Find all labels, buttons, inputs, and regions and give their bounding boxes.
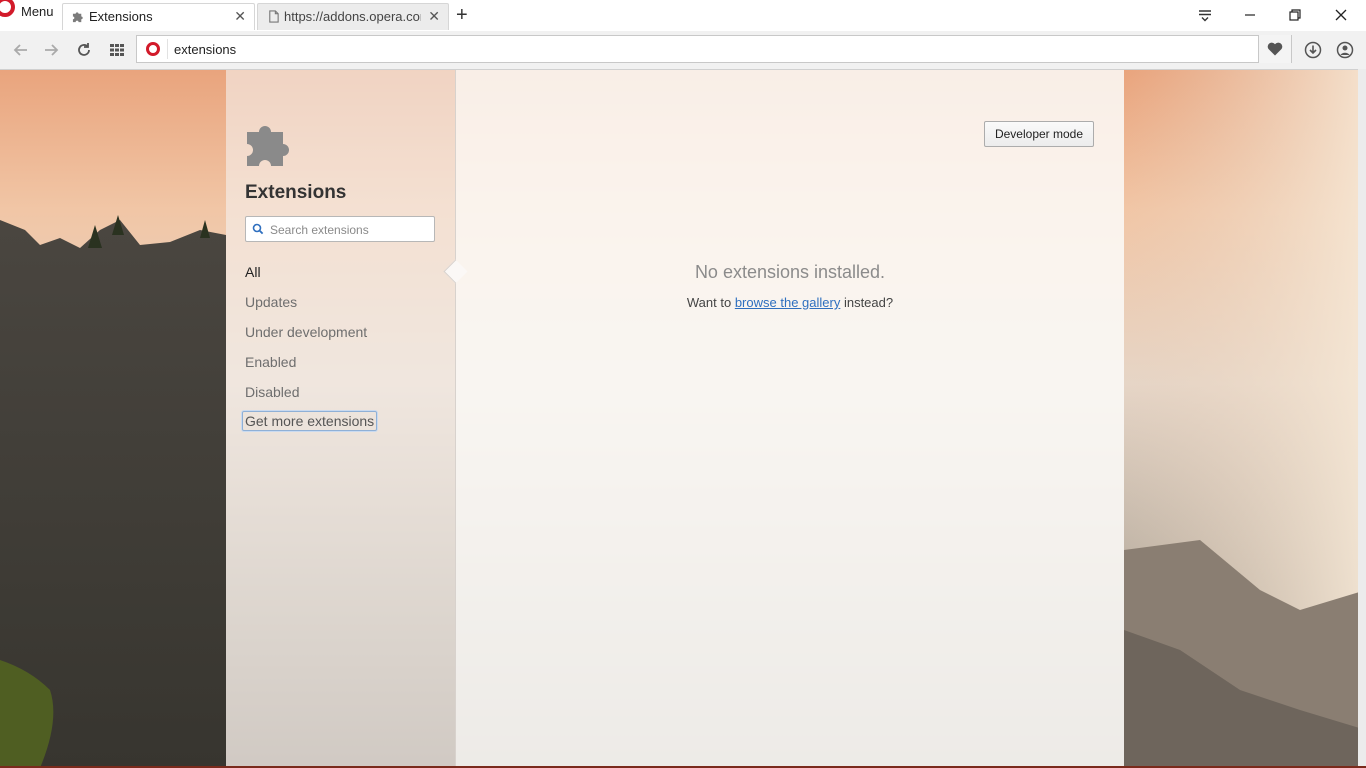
scrollbar[interactable] — [1358, 69, 1366, 768]
empty-state-message: Want to browse the gallery instead? — [456, 295, 1124, 310]
empty-state-title: No extensions installed. — [694, 262, 886, 282]
toolbar: extensions — [0, 31, 1366, 70]
opera-logo-icon — [0, 0, 15, 17]
get-more-extensions-link[interactable]: Get more extensions — [242, 411, 378, 431]
empty-prefix: Want to — [686, 295, 732, 310]
tab-addons[interactable]: https://addons.opera.com ✕ — [257, 3, 449, 30]
page-icon — [269, 10, 279, 23]
address-bar[interactable]: extensions — [136, 35, 1292, 63]
menu-label: Menu — [21, 4, 54, 19]
heart-icon — [1267, 42, 1283, 56]
sidebar-item-updates[interactable]: Updates — [245, 294, 297, 310]
address-text[interactable]: extensions — [174, 42, 236, 57]
close-tab-icon[interactable]: ✕ — [428, 9, 440, 23]
forward-icon[interactable] — [42, 41, 60, 59]
developer-mode-button[interactable]: Developer mode — [984, 121, 1094, 147]
search-icon — [252, 223, 264, 235]
new-tab-button[interactable]: + — [456, 5, 468, 25]
empty-suffix: instead? — [843, 295, 894, 310]
search-extensions-field[interactable] — [245, 216, 435, 242]
sidebar-item-enabled[interactable]: Enabled — [245, 354, 296, 370]
tab-title: Extensions — [89, 9, 153, 24]
page-title: Extensions — [245, 182, 347, 203]
restore-icon[interactable] — [1285, 5, 1305, 25]
back-icon[interactable] — [12, 41, 30, 59]
download-icon[interactable] — [1304, 41, 1322, 59]
puzzle-icon — [72, 12, 83, 23]
close-window-icon[interactable] — [1331, 5, 1351, 25]
bookmark-button[interactable] — [1258, 35, 1291, 63]
tab-title: https://addons.opera.com — [284, 9, 421, 24]
account-icon[interactable] — [1336, 41, 1354, 59]
sidebar-item-disabled[interactable]: Disabled — [245, 384, 299, 400]
sidebar-item-under-development[interactable]: Under development — [245, 324, 367, 340]
tab-menu-icon[interactable] — [1195, 5, 1215, 25]
tab-strip: Menu Extensions ✕ https://addons.opera.c… — [0, 0, 1366, 31]
browse-gallery-link[interactable]: browse the gallery — [735, 295, 841, 310]
sidebar-item-all[interactable]: All — [245, 264, 261, 280]
speed-dial-grid-icon[interactable] — [108, 41, 126, 59]
tab-extensions[interactable]: Extensions ✕ — [62, 3, 255, 30]
puzzle-icon — [247, 126, 289, 166]
close-tab-icon[interactable]: ✕ — [234, 9, 246, 23]
extensions-main-panel: Developer mode No extensions installed. … — [456, 70, 1124, 768]
opera-badge-icon — [146, 42, 160, 56]
search-input[interactable] — [268, 220, 432, 240]
minimize-icon[interactable] — [1240, 5, 1260, 25]
opera-menu-button[interactable]: Menu — [0, 0, 60, 28]
extensions-sidebar: Extensions All Updates Under development… — [226, 70, 456, 768]
address-separator — [167, 39, 168, 59]
reload-icon[interactable] — [75, 41, 93, 59]
